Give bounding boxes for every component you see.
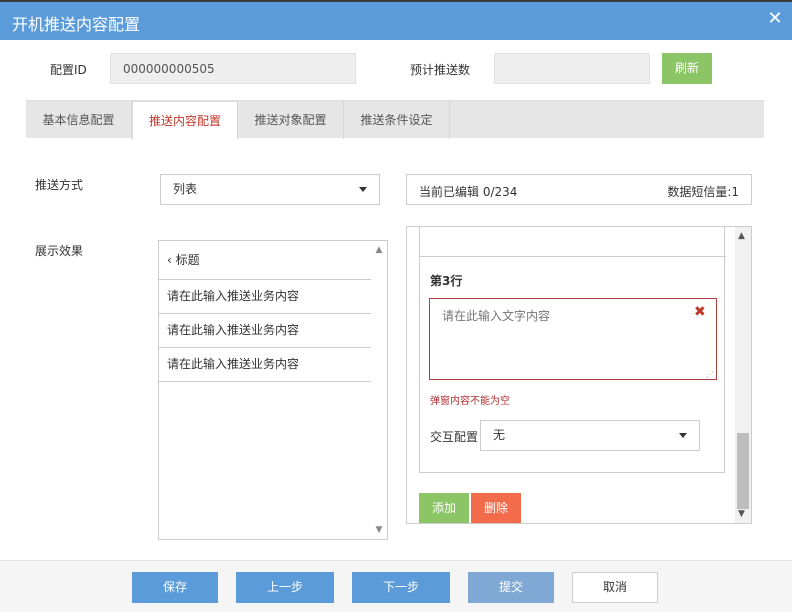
config-id-label: 配置ID xyxy=(50,63,87,77)
push-method-select[interactable]: 列表 xyxy=(160,174,380,205)
estimate-label: 预计推送数 xyxy=(410,63,471,77)
add-row-button[interactable]: 添加 xyxy=(419,493,469,523)
row-title: 第3行 xyxy=(430,274,463,288)
interaction-value: 无 xyxy=(493,428,506,442)
preview-header: ‹ 标题 xyxy=(159,241,371,280)
editor-scrollbar[interactable]: ▲ ▼ xyxy=(735,227,751,523)
row-card: 第3行 ✖ ⋰ 弹窗内容不能为空 交互配置 无 xyxy=(419,227,726,473)
list-item: 请在此输入推送业务内容 xyxy=(159,348,371,382)
list-item: 请在此输入推送业务内容 xyxy=(159,280,371,314)
save-button[interactable]: 保存 xyxy=(132,572,218,603)
tab-basic-info[interactable]: 基本信息配置 xyxy=(26,101,132,139)
sms-count: 数据短信量:1 xyxy=(667,185,739,199)
tab-push-target[interactable]: 推送对象配置 xyxy=(238,101,344,139)
tab-push-condition[interactable]: 推送条件设定 xyxy=(344,101,450,139)
preview-label: 展示效果 xyxy=(35,244,84,258)
scrollbar-thumb[interactable] xyxy=(737,433,749,509)
push-method-label: 推送方式 xyxy=(35,178,84,192)
tab-bar: 基本信息配置 推送内容配置 推送对象配置 推送条件设定 xyxy=(26,100,764,139)
interaction-select[interactable]: 无 xyxy=(480,420,700,451)
divider xyxy=(420,256,726,257)
scroll-down-icon[interactable]: ▼ xyxy=(738,509,745,519)
list-item: 请在此输入推送业务内容 xyxy=(159,314,371,348)
tab-push-content[interactable]: 推送内容配置 xyxy=(132,101,238,139)
scroll-up-icon[interactable]: ▲ xyxy=(374,245,384,255)
refresh-button[interactable]: 刷新 xyxy=(662,53,712,84)
config-id-field: 000000000505 xyxy=(110,53,356,84)
content-editor-panel: 第3行 ✖ ⋰ 弹窗内容不能为空 交互配置 无 添加 删除 ▲ ▼ xyxy=(406,226,752,524)
resize-grip-icon[interactable]: ⋰ xyxy=(706,370,714,379)
preview-scrollbar[interactable]: ▲ ▼ xyxy=(371,241,387,539)
close-icon[interactable]: ✕ xyxy=(766,10,784,28)
cancel-button[interactable]: 取消 xyxy=(572,572,658,603)
preview-panel: ‹ 标题 请在此输入推送业务内容 请在此输入推送业务内容 请在此输入推送业务内容… xyxy=(158,240,388,540)
error-message: 弹窗内容不能为空 xyxy=(430,396,510,407)
chevron-down-icon xyxy=(679,433,687,438)
next-step-button[interactable]: 下一步 xyxy=(352,572,450,603)
dialog-footer: 保存 上一步 下一步 提交 取消 xyxy=(0,560,792,612)
interaction-label: 交互配置 xyxy=(430,430,479,444)
scroll-up-icon[interactable]: ▲ xyxy=(738,231,745,241)
delete-row-button[interactable]: 删除 xyxy=(471,493,521,523)
edit-status-box: 当前已编辑 0/234 数据短信量:1 xyxy=(406,174,752,205)
dialog-title: 开机推送内容配置 xyxy=(12,15,141,34)
clear-icon[interactable]: ✖ xyxy=(694,304,706,320)
row-text-input[interactable] xyxy=(429,298,717,380)
scroll-down-icon[interactable]: ▼ xyxy=(374,525,384,535)
submit-button[interactable]: 提交 xyxy=(468,572,554,603)
previous-step-button[interactable]: 上一步 xyxy=(236,572,334,603)
preview-back-title: ‹ 标题 xyxy=(167,253,200,267)
edited-count: 当前已编辑 0/234 xyxy=(419,185,518,199)
estimate-field xyxy=(494,53,650,84)
dialog-titlebar: 开机推送内容配置 ✕ xyxy=(0,0,792,40)
push-method-value: 列表 xyxy=(173,182,198,196)
chevron-down-icon xyxy=(359,187,367,192)
